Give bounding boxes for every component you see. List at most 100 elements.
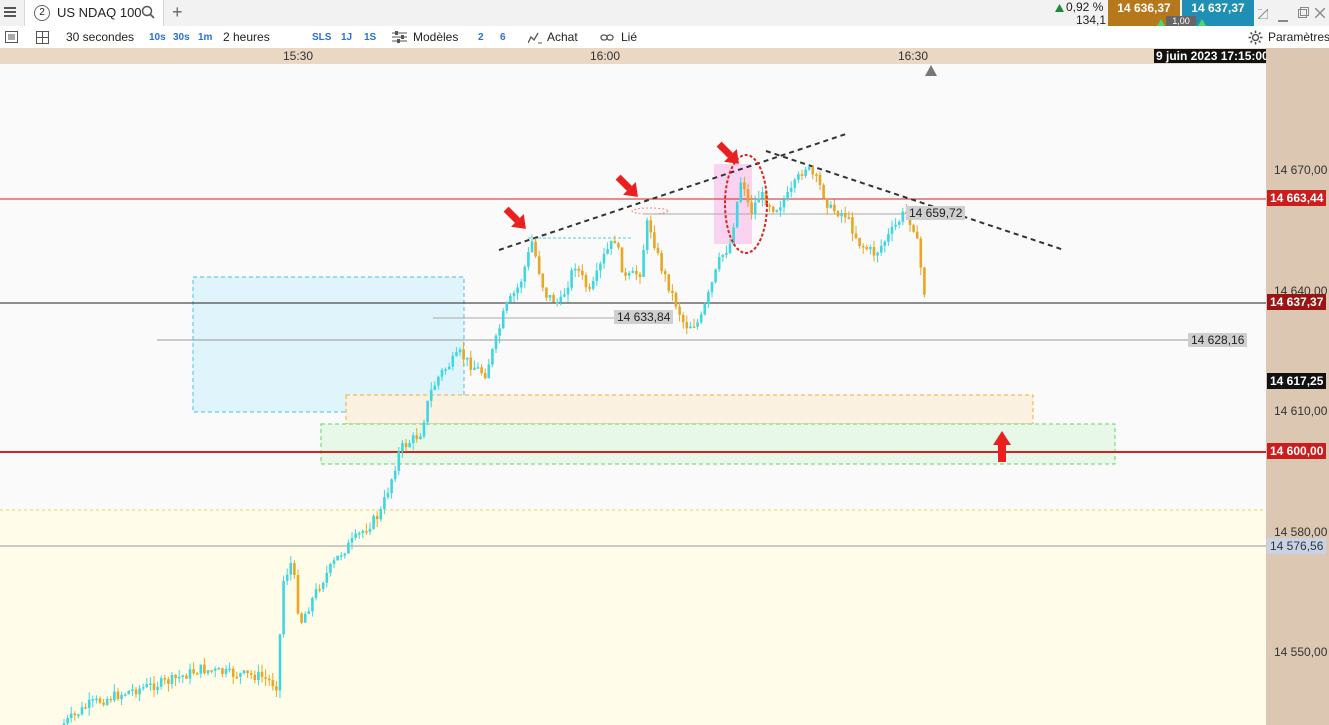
candle-body xyxy=(775,210,779,212)
candle-body xyxy=(131,689,134,691)
candle-body xyxy=(368,528,372,532)
candle-body xyxy=(861,245,865,248)
candle-body xyxy=(671,290,674,293)
price-label: 14 670,00 xyxy=(1274,163,1328,177)
close-icon[interactable] xyxy=(1314,7,1326,21)
candle-body xyxy=(282,580,285,635)
candle-body xyxy=(289,563,293,575)
candle-body xyxy=(847,217,851,219)
candle-body xyxy=(771,206,775,212)
candle-body xyxy=(419,436,422,440)
candle-body xyxy=(890,226,894,234)
candle-body xyxy=(386,493,390,498)
candle-body xyxy=(743,182,746,190)
candle-body xyxy=(537,256,541,274)
candle-body xyxy=(494,335,498,350)
interval-30s-button[interactable]: 30s xyxy=(173,32,190,43)
duration-select[interactable]: 2 heures xyxy=(223,30,270,44)
candle-body xyxy=(843,212,847,218)
time-label: 15:30 xyxy=(282,49,314,63)
buy-pen-icon[interactable] xyxy=(527,31,542,47)
candle-body xyxy=(267,678,271,681)
candle-body xyxy=(347,542,350,554)
buy-button[interactable]: Achat xyxy=(547,30,578,44)
candle-body xyxy=(483,373,487,379)
candle-body xyxy=(314,589,318,599)
add-tab-button[interactable]: + xyxy=(172,2,183,23)
candle-body xyxy=(793,179,797,188)
link-icon[interactable] xyxy=(600,31,614,47)
models-icon[interactable] xyxy=(392,31,407,47)
restore-icon[interactable] xyxy=(1298,7,1309,21)
candle-body xyxy=(876,252,879,256)
price-axis[interactable]: 14 670,00 14 640,00 14 610,00 14 580,00 … xyxy=(1266,48,1329,725)
linked-button[interactable]: Lié xyxy=(621,30,637,44)
candle-body xyxy=(699,314,703,323)
candle-body xyxy=(887,233,890,242)
candle-body xyxy=(379,509,383,520)
candle-body xyxy=(487,364,491,379)
candle-body xyxy=(458,349,462,353)
search-icon[interactable] xyxy=(141,5,155,22)
candle-body xyxy=(523,266,527,282)
interval-10s-button[interactable]: 10s xyxy=(149,32,166,43)
up-arrow-icon xyxy=(1055,2,1064,16)
candle-body xyxy=(829,204,833,208)
one-day-button[interactable]: 1J xyxy=(341,32,352,43)
price-chart[interactable] xyxy=(0,64,1266,725)
falling-trendline[interactable] xyxy=(765,150,1065,251)
list-icon[interactable] xyxy=(5,31,18,46)
candle-body xyxy=(840,212,843,217)
candle-body xyxy=(825,198,829,208)
candle-body xyxy=(105,698,109,705)
gear-icon[interactable] xyxy=(1248,30,1263,48)
bid-price: 14 636,37 xyxy=(1117,1,1171,15)
layout-2-button[interactable]: 2 xyxy=(478,32,484,43)
candle-body xyxy=(231,668,235,677)
candle-body xyxy=(188,669,192,679)
layout-grid-icon[interactable] xyxy=(36,31,49,47)
candle-body xyxy=(296,575,300,614)
models-button[interactable]: Modèles xyxy=(413,30,458,44)
candle-body xyxy=(512,293,516,296)
collapse-icon[interactable] xyxy=(1256,7,1269,22)
interval-select[interactable]: 30 secondes xyxy=(66,30,134,44)
candle-body xyxy=(361,531,365,534)
minimize-icon[interactable] xyxy=(1278,12,1288,26)
small-ellipse xyxy=(631,207,669,215)
settings-button[interactable]: Paramètres xyxy=(1268,30,1329,44)
candle-body xyxy=(570,270,573,288)
candle-body xyxy=(426,400,429,423)
sls-button[interactable]: SLS xyxy=(312,32,331,43)
candle-body xyxy=(789,187,793,193)
candle-body xyxy=(336,555,339,561)
candle-body xyxy=(584,275,588,287)
candle-body xyxy=(897,221,901,225)
chart-toolbar: 30 secondes 10s 30s 1m 2 heures SLS 1J 1… xyxy=(0,26,1329,49)
candle-body xyxy=(595,270,599,282)
candle-body xyxy=(325,572,329,583)
rising-trendline[interactable] xyxy=(498,133,847,251)
candle-body xyxy=(714,269,717,283)
candle-body xyxy=(213,668,217,671)
candle-body xyxy=(710,282,714,292)
candle-body xyxy=(181,675,185,678)
interval-1m-button[interactable]: 1m xyxy=(198,32,212,43)
chart-area[interactable]: 14 659,72 14 633,84 14 628,16 xyxy=(0,64,1266,725)
orange-range-zone[interactable] xyxy=(345,394,1034,425)
candle-body xyxy=(588,286,591,289)
candle-body xyxy=(293,563,296,576)
candle-body xyxy=(649,220,653,233)
menu-icon[interactable] xyxy=(4,6,16,18)
blue-range-zone[interactable] xyxy=(192,276,465,413)
candle-body xyxy=(275,686,278,691)
layout-6-button[interactable]: 6 xyxy=(500,32,506,43)
time-marker-icon[interactable] xyxy=(925,65,937,76)
one-week-button[interactable]: 1S xyxy=(364,32,376,43)
candle-body xyxy=(429,389,433,401)
tab-bar: 2 US NDAQ 100 + 0,92 % 134,1 14 636,37 1… xyxy=(0,0,1329,27)
candle-body xyxy=(509,295,512,303)
candle-body xyxy=(447,366,451,370)
instrument-tab[interactable]: 2 US NDAQ 100 xyxy=(24,0,164,26)
date-label: 9 juin 2023 17:15:00 xyxy=(1154,49,1271,63)
